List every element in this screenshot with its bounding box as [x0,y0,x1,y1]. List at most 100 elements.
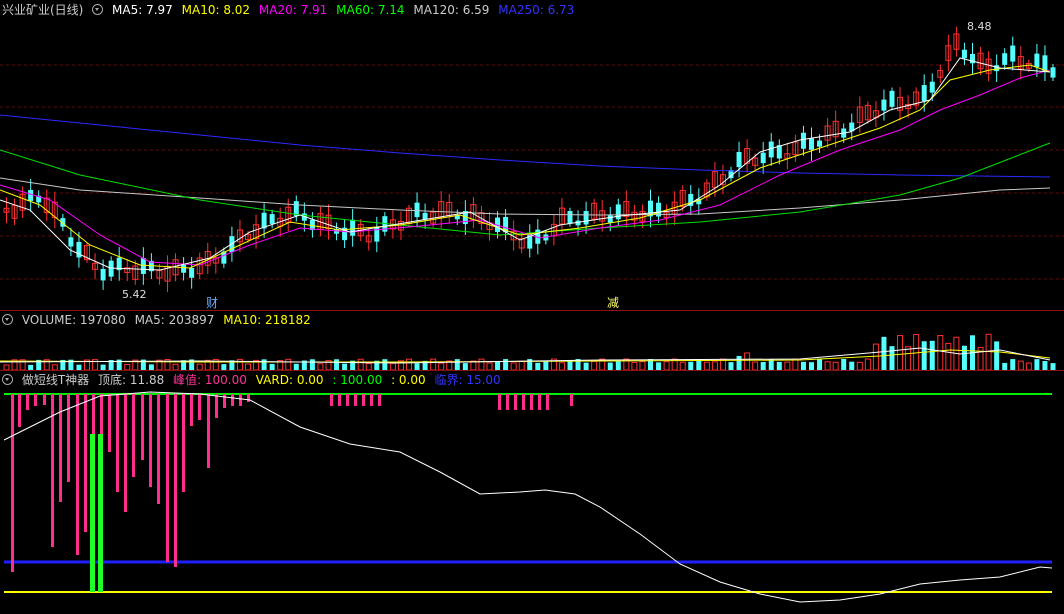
signal-bar [59,394,62,502]
candle [929,81,935,93]
volume-bar [841,359,847,370]
candle [961,49,967,59]
candle [108,260,114,277]
candle [817,140,823,147]
candle [1042,55,1048,72]
volume-bar [607,362,613,370]
candle [881,99,887,111]
signal-bar [522,394,525,410]
candle [140,258,146,274]
volume-bar [736,355,742,370]
volume-bar [921,341,927,370]
signal-bar [149,394,152,487]
volume-bar [711,361,718,371]
volume-bar [905,346,912,371]
volume-bar [518,360,525,371]
candle [607,215,613,223]
signal-bar [514,394,517,410]
volume-bar [1042,361,1048,370]
signal-bar [538,394,541,410]
volume-bar [809,362,814,370]
volume-bar [631,361,638,371]
candle [269,214,275,224]
volume-bar [663,361,670,371]
volume-bar [881,336,887,370]
candle [583,211,589,225]
volume-bar [558,362,565,371]
volume-bar [454,359,460,370]
volume-bar [945,342,952,371]
signal-bar [124,394,127,512]
candle [350,219,356,236]
volume-bar [784,361,791,371]
signal-bar [546,394,549,410]
candle [1034,53,1040,68]
volume-bar [688,361,694,370]
signal-bar [239,394,242,406]
candle [1002,53,1008,65]
candle [189,267,195,278]
signal-bar [570,394,573,406]
volume-bar [438,362,445,371]
volume-bar [889,346,895,370]
signal-bar [182,394,185,492]
volume-bar [752,361,759,371]
signal-bar [26,394,29,410]
volume-bar [615,361,621,370]
signal-bar [51,394,54,547]
candle [889,90,895,107]
volume-bar [478,358,485,371]
candle [809,138,814,150]
candle [994,65,1000,72]
volume-chart[interactable] [0,312,1064,372]
volume-bar [800,361,806,370]
candle [100,268,106,281]
signal-bar [157,394,160,504]
volume-bar [639,361,646,371]
volume-bar [913,333,920,371]
indicator-chart[interactable] [0,372,1064,614]
volume-bar [543,361,549,370]
volume-bar [856,361,863,371]
signal-bar [116,394,119,492]
volume-bar [703,361,710,371]
signal-bar [498,394,501,410]
volume-bar [583,362,589,370]
signal-bar [18,394,21,427]
candle [615,204,621,220]
volume-bar [897,335,904,371]
volume-bar [656,362,662,370]
volume-bar [406,358,412,371]
candle [1010,45,1016,62]
signal-bar [362,394,365,406]
volume-bar [1002,362,1008,370]
top-bottom-line [3,391,1053,603]
signal-bar [76,394,79,555]
event-marker-reduce[interactable]: 减 [607,294,619,311]
signal-bar [346,394,349,406]
signal-bar [354,394,357,406]
signal-bar [338,394,341,406]
volume-bar [414,363,420,370]
volume-bar [495,361,501,370]
volume-bar [389,362,396,371]
volume-bar [832,361,839,371]
signal-bar [108,394,111,452]
buy-signal-bar [90,434,95,592]
candlestick-chart[interactable] [0,0,1064,310]
signal-bar [174,394,177,567]
candle [736,152,742,168]
candle [1050,67,1056,78]
event-marker-finance[interactable]: 财 [206,294,218,311]
signal-bar [223,394,226,408]
candle [28,189,34,201]
candle [567,211,573,224]
volume-bar [744,352,751,371]
signal-bar [166,394,169,562]
high-price-label: 8.48 [967,20,992,33]
volume-bar [872,343,879,371]
volume-bar [1050,363,1056,370]
volume-bar [567,361,573,370]
volume-bar [382,359,388,370]
volume-bar [760,362,766,370]
